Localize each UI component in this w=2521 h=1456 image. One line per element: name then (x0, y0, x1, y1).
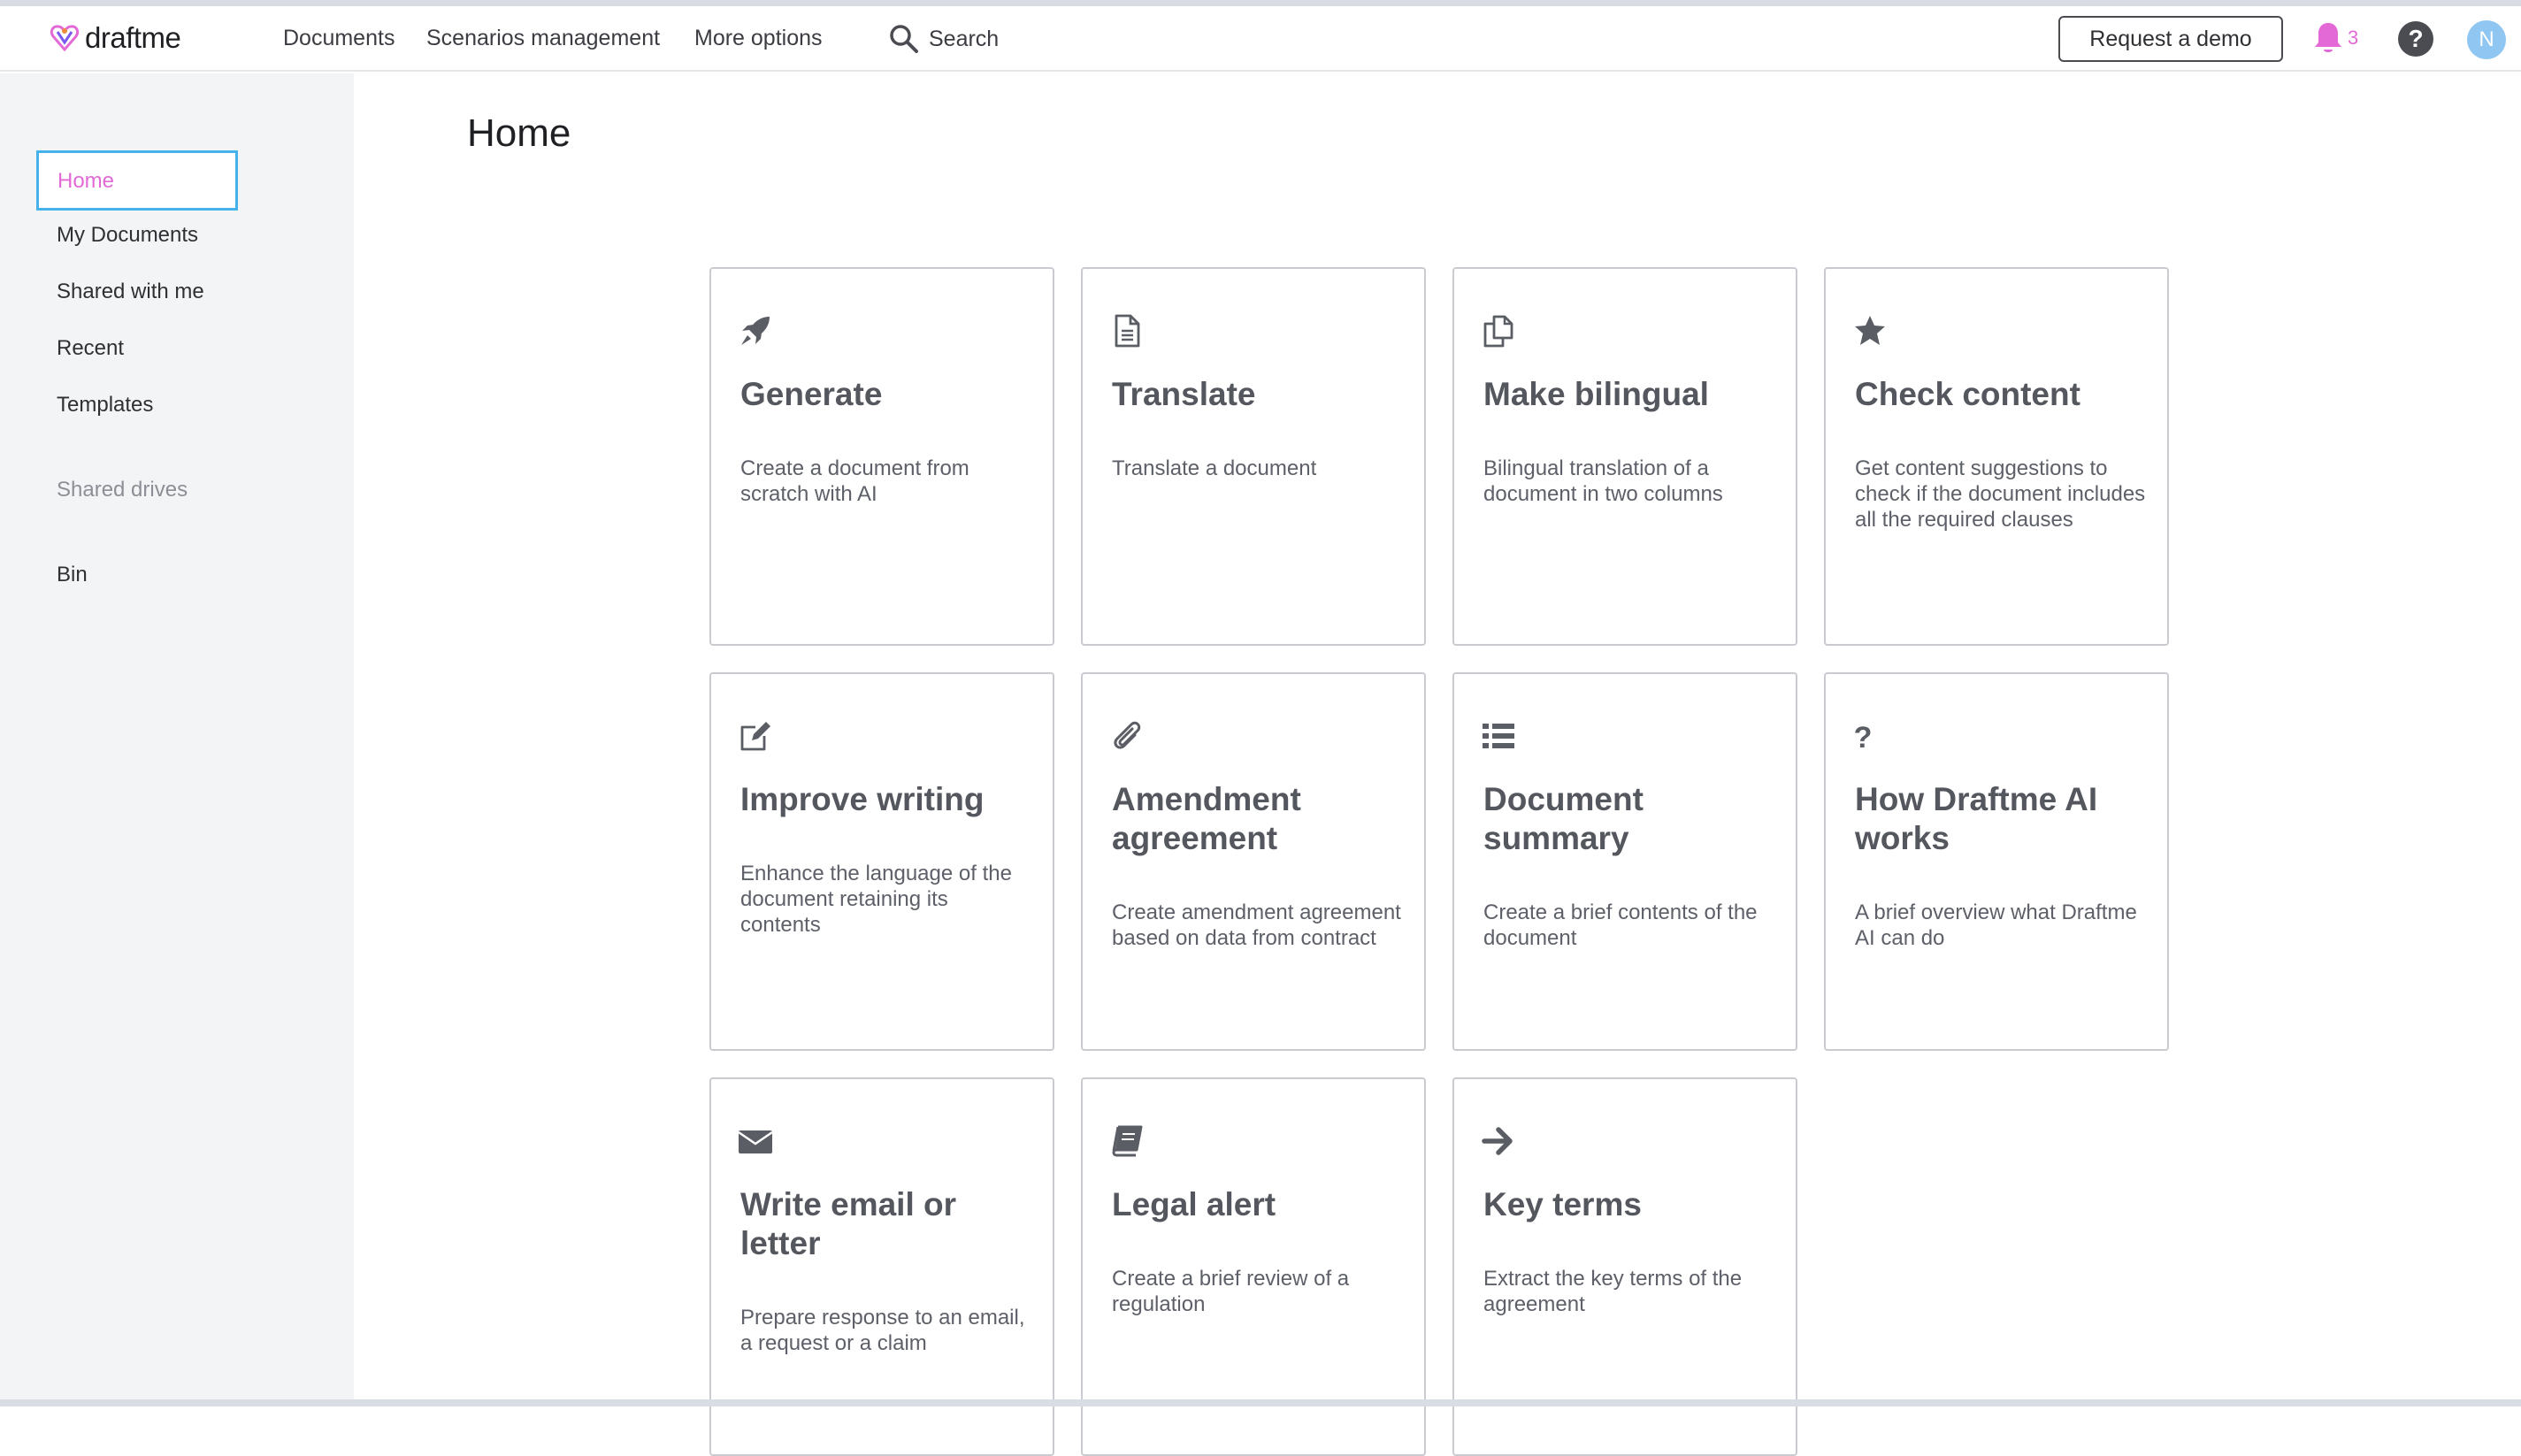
notification-count: 3 (2348, 27, 2359, 49)
sidebar-section-shared-drives: Shared drives (57, 478, 188, 502)
nav-more-options[interactable]: More options (694, 26, 823, 51)
window-frame-bottom (0, 1399, 2521, 1406)
card-check-content[interactable]: Check content Get content suggestions to… (1824, 267, 2169, 646)
star-icon (1855, 316, 1885, 345)
sidebar-item-shared-with-me[interactable]: Shared with me (57, 280, 204, 304)
sidebar-item-home[interactable]: Home (36, 150, 238, 211)
nav-scenarios-management[interactable]: Scenarios management (426, 26, 660, 51)
card-title: Amendment agreement (1112, 781, 1301, 856)
envelope-icon (738, 1130, 773, 1153)
card-description: Create a brief review of a regulation (1112, 1267, 1350, 1316)
card-title: Improve writing (740, 781, 985, 817)
window-frame-top (0, 0, 2521, 6)
logo-text: draftme (85, 21, 181, 54)
search-label: Search (929, 26, 1000, 51)
notifications-button[interactable]: 3 (2312, 20, 2358, 56)
card-description: Prepare response to an email, a request … (740, 1306, 1025, 1355)
card-title: Write email or letter (740, 1186, 957, 1261)
request-demo-button[interactable]: Request a demo (2058, 16, 2283, 62)
card-description: Bilingual translation of a document in t… (1483, 456, 1723, 506)
card-translate[interactable]: Translate Translate a document (1081, 267, 1426, 646)
logo[interactable]: draftme (50, 17, 181, 59)
document-icon (1115, 314, 1140, 348)
card-how-draftme-ai-works[interactable]: ? How Draftme AI works A brief overview … (1824, 672, 2169, 1051)
sidebar-item-templates[interactable]: Templates (57, 393, 153, 418)
card-title: Check content (1855, 376, 2080, 412)
arrow-right-icon (1482, 1127, 1513, 1155)
nav-documents[interactable]: Documents (283, 26, 395, 51)
sidebar-item-recent[interactable]: Recent (57, 336, 124, 361)
question-icon: ? (1854, 721, 1873, 754)
page-title: Home (467, 111, 571, 155)
avatar[interactable]: N (2467, 20, 2506, 59)
card-description: Enhance the language of the document ret… (740, 862, 1012, 937)
card-description: Create a brief contents of the document (1483, 900, 1758, 950)
list-icon (1483, 724, 1514, 748)
paperclip-icon (1114, 721, 1141, 749)
card-amendment-agreement[interactable]: Amendment agreement Create amendment agr… (1081, 672, 1426, 1051)
card-generate[interactable]: Generate Create a document from scratch … (709, 267, 1054, 646)
sidebar: Home My Documents Shared with me Recent … (0, 73, 354, 1399)
card-title: Document summary (1483, 781, 1644, 856)
card-description: Get content suggestions to check if the … (1855, 456, 2146, 532)
svg-text:?: ? (1854, 721, 1873, 754)
top-bar: draftme Documents Scenarios management M… (0, 6, 2521, 72)
svg-text:?: ? (2408, 25, 2423, 52)
card-title: Key terms (1483, 1186, 1642, 1222)
edit-icon (740, 722, 770, 751)
card-description: Create a document from scratch with AI (740, 456, 969, 506)
card-title: Generate (740, 376, 883, 412)
sidebar-item-label: Home (57, 169, 115, 193)
card-title: How Draftme AI works (1855, 781, 2098, 856)
search-icon (890, 25, 918, 53)
copy-icon (1483, 315, 1513, 348)
search-button[interactable]: Search (888, 20, 999, 57)
book-icon (1112, 1125, 1143, 1157)
card-title: Translate (1112, 376, 1256, 412)
card-description: Create amendment agreement based on data… (1112, 900, 1401, 950)
sidebar-item-bin[interactable]: Bin (57, 563, 88, 587)
card-title: Legal alert (1112, 1186, 1276, 1222)
sidebar-item-my-documents[interactable]: My Documents (57, 223, 198, 248)
help-icon[interactable]: ? (2397, 20, 2434, 57)
card-make-bilingual[interactable]: Make bilingual Bilingual translation of … (1452, 267, 1797, 646)
heart-logo-icon (50, 25, 80, 52)
rocket-icon (741, 317, 770, 345)
card-description: Translate a document (1112, 456, 1317, 480)
card-description: A brief overview what Draftme AI can do (1855, 900, 2137, 950)
card-document-summary[interactable]: Document summary Create a brief contents… (1452, 672, 1797, 1051)
card-title: Make bilingual (1483, 376, 1709, 412)
card-improve-writing[interactable]: Improve writing Enhance the language of … (709, 672, 1054, 1051)
card-description: Extract the key terms of the agreement (1483, 1267, 1743, 1316)
bell-icon (2315, 23, 2341, 52)
